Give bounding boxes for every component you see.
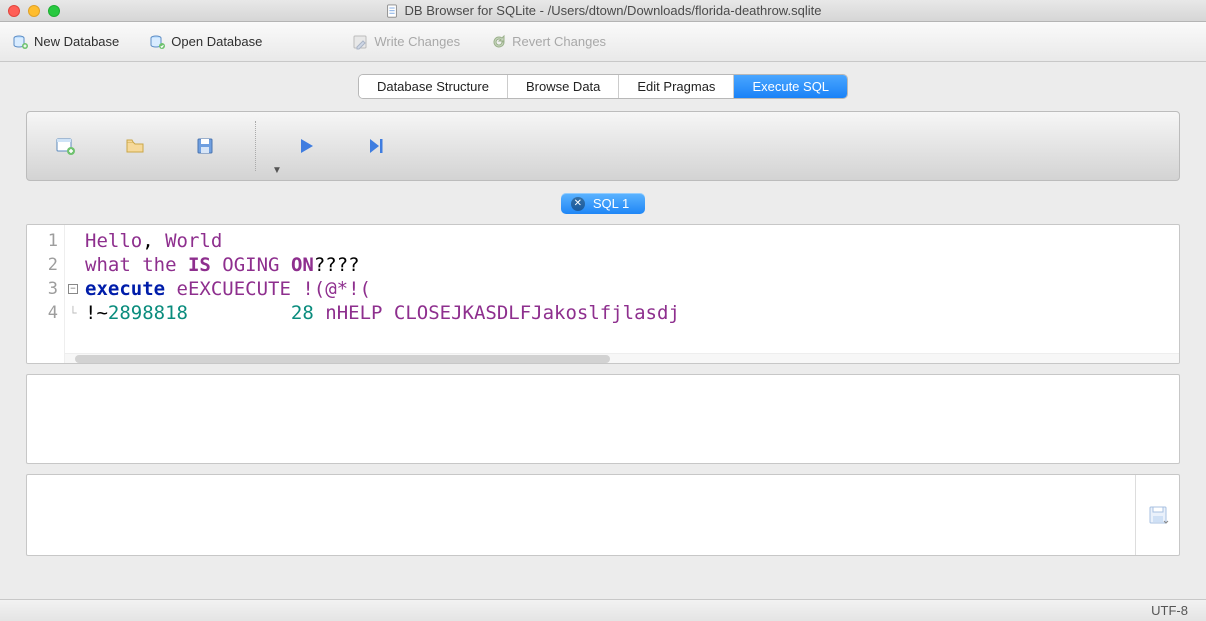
run-icon[interactable] [296,136,316,156]
main-toolbar: New Database Open Database Write Changes… [0,22,1206,62]
save-sql-dropdown-arrow[interactable]: ▼ [272,165,282,176]
close-window-button[interactable] [8,5,20,17]
content-area: ▼ ✕ SQL 1 1 2 3 4 − └ Hello, Worldwhat t… [0,99,1206,599]
tab-execute-sql[interactable]: Execute SQL [734,75,847,98]
open-database-button[interactable]: Open Database [149,34,262,50]
statusbar: UTF-8 [0,599,1206,621]
tab-database-structure[interactable]: Database Structure [359,75,508,98]
revert-icon [490,34,506,50]
new-database-label: New Database [34,34,119,49]
toolbar-separator [255,121,256,171]
app-doc-icon [385,4,399,18]
sql-tab-label: SQL 1 [593,196,629,211]
code-line[interactable]: Hello, World [85,229,1175,253]
open-sql-icon[interactable] [125,136,145,156]
revert-changes-label: Revert Changes [512,34,606,49]
sql-editor[interactable]: 1 2 3 4 − └ Hello, Worldwhat the IS OGIN… [26,224,1180,364]
write-changes-label: Write Changes [374,34,460,49]
code-line[interactable]: what the IS OGING ON???? [85,253,1175,277]
run-line-icon[interactable] [366,136,386,156]
new-sql-tab-icon[interactable] [55,136,75,156]
segmented-control: Database Structure Browse Data Edit Prag… [358,74,848,99]
traffic-lights [8,5,60,17]
titlebar: DB Browser for SQLite - /Users/dtown/Dow… [0,0,1206,22]
editor-code-area[interactable]: Hello, Worldwhat the IS OGING ON????exec… [81,225,1179,363]
fold-toggle-icon[interactable]: − [68,284,78,294]
save-result-icon [1147,504,1169,526]
tab-edit-pragmas[interactable]: Edit Pragmas [619,75,734,98]
minimize-window-button[interactable] [28,5,40,17]
open-db-icon [149,34,165,50]
write-icon [352,34,368,50]
sql-tab-row: ✕ SQL 1 [26,193,1180,214]
fold-column: − └ [65,225,81,363]
code-line[interactable]: execute eEXCUECUTE !(@*!( [85,277,1175,301]
zoom-window-button[interactable] [48,5,60,17]
save-result-button[interactable] [1135,475,1179,555]
code-line[interactable]: !~2898818 28 nHELP CLOSEJKASDLFJakoslfjl… [85,301,1175,325]
open-database-label: Open Database [171,34,262,49]
window-title: DB Browser for SQLite - /Users/dtown/Dow… [405,3,822,18]
encoding-label: UTF-8 [1151,603,1188,618]
sql-tab-active[interactable]: ✕ SQL 1 [561,193,645,214]
save-sql-icon[interactable] [195,136,215,156]
tab-browse-data[interactable]: Browse Data [508,75,619,98]
write-changes-button[interactable]: Write Changes [352,34,460,50]
main-tabstrip: Database Structure Browse Data Edit Prag… [0,74,1206,99]
editor-horizontal-scrollbar[interactable] [65,353,1179,363]
results-panel [26,374,1180,464]
sql-toolbar: ▼ [26,111,1180,181]
editor-gutter: 1 2 3 4 [27,225,65,363]
revert-changes-button[interactable]: Revert Changes [490,34,606,50]
log-panel [26,474,1180,556]
new-db-icon [12,34,28,50]
new-database-button[interactable]: New Database [12,34,119,50]
close-sql-tab-icon[interactable]: ✕ [571,197,585,211]
